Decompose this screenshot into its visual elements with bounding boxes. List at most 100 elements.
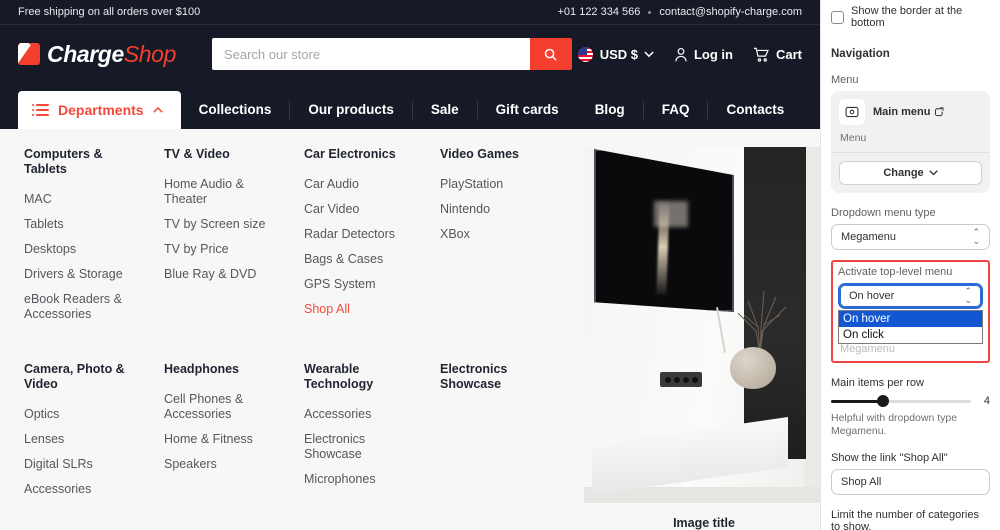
photo-right-wall [804,147,820,503]
announcement-phone[interactable]: +01 122 334 566 [557,6,640,18]
column-item[interactable]: Optics [24,407,142,422]
column-item[interactable]: Desktops [24,242,142,257]
column-item[interactable]: Accessories [24,482,142,497]
column-item[interactable]: Car Video [304,202,422,217]
nav-link-contacts[interactable]: Contacts [708,101,802,119]
column-item[interactable]: TV by Price [164,242,282,257]
main-navigation: Departments Collections Our products Sal… [0,83,820,129]
column-item[interactable]: Lenses [24,432,142,447]
column-item[interactable]: Cell Phones & Accessories [164,392,282,422]
activate-top-level-menu-value: On hover [849,290,895,302]
change-menu-label: Change [883,167,924,179]
living-room-tv-photo [584,147,820,503]
announcement-contacts: +01 122 334 566 contact@shopify-charge.c… [557,6,802,18]
chevron-up-icon [152,106,163,113]
slider-thumb[interactable] [876,395,889,407]
column-item[interactable]: Car Audio [304,177,422,192]
option-on-hover[interactable]: On hover [839,311,982,327]
search-bar[interactable] [211,38,572,70]
column-item[interactable]: Radar Detectors [304,227,422,242]
cart-label: Cart [775,46,802,62]
column-item[interactable]: Microphones [304,472,422,487]
column-title: Video Games [440,147,519,161]
nav-link-sale[interactable]: Sale [413,101,478,119]
slider-track[interactable] [831,395,971,407]
search-button[interactable] [529,38,572,70]
column-item[interactable]: Home & Fitness [164,432,282,447]
show-border-checkbox[interactable] [831,10,844,24]
select-stepper-icon: ⌃ ⌄ [964,286,972,305]
currency-selector[interactable]: USD $ [576,45,654,63]
announcement-bar: Free shipping on all orders over $100 +0… [0,0,820,25]
megamenu-column-tv-video: TV & Video Home Audio & Theater TV by Sc… [164,147,304,362]
change-menu-button[interactable]: Change [839,161,982,185]
nav-link-blog[interactable]: Blog [577,101,644,119]
main-menu-card-top: Main menu [839,99,982,125]
image-placeholder-icon [845,106,859,118]
external-link-icon[interactable] [934,107,944,117]
menu-field-label: Menu [831,74,859,86]
activate-menu-label: Activate top-level menu [838,266,953,278]
obscured-megamenu-label: Megamenu [840,343,896,355]
megamenu-column-electronics-showcase: Electronics Showcase [440,362,570,530]
column-title: Camera, Photo & Video [24,362,125,391]
column-item[interactable]: Tablets [24,217,142,232]
nav-link-faq[interactable]: FAQ [644,101,709,119]
currency-label: USD $ [599,46,638,62]
show-border-label: Show the border at the bottom [851,5,963,29]
column-item[interactable]: Bags & Cases [304,252,422,267]
nav-link-our-products[interactable]: Our products [290,101,413,119]
login-button[interactable]: Log in [674,47,733,62]
logo-text: ChargeShop [47,41,176,68]
shop-all-input[interactable] [831,469,990,495]
main-menu-name-row[interactable]: Main menu [873,106,944,118]
chevron-down-icon [928,170,938,176]
option-on-click[interactable]: On click [839,327,982,343]
column-item[interactable]: Blue Ray & DVD [164,267,282,282]
figure-caption: Image title [673,516,735,530]
column-item[interactable]: GPS System [304,277,422,292]
separator-dot-icon [648,10,652,14]
column-item[interactable]: Electronics Showcase [304,432,422,462]
dropdown-menu-type-select[interactable]: Megamenu ⌃ ⌄ [831,224,990,250]
megamenu-columns: Computers & Tablets MAC Tablets Desktops… [24,147,570,530]
logo-text-secondary: Shop [123,40,177,67]
departments-button[interactable]: Departments [18,91,181,129]
list-menu-icon [32,104,49,116]
column-item[interactable]: TV by Screen size [164,217,282,232]
column-item[interactable]: MAC [24,192,142,207]
store-logo[interactable]: ChargeShop [18,41,176,68]
announcement-text: Free shipping on all orders over $100 [18,6,201,18]
login-label: Log in [693,46,733,62]
megamenu-figure: Image title [570,147,820,530]
select-stepper-icon: ⌃ ⌄ [972,227,980,246]
column-item[interactable]: eBook Readers & Accessories [24,292,142,322]
megamenu-column-computers-tablets: Computers & Tablets MAC Tablets Desktops… [24,147,164,362]
column-item[interactable]: Drivers & Storage [24,267,142,282]
show-border-checkbox-row[interactable]: Show the border at the bottom [831,0,990,29]
nav-link-gift-cards[interactable]: Gift cards [478,101,577,119]
departments-label: Departments [58,102,144,118]
column-item[interactable]: Accessories [304,407,422,422]
photo-vase [730,347,776,389]
announcement-email[interactable]: contact@shopify-charge.com [659,6,802,18]
column-item-shop-all[interactable]: Shop All [304,302,422,317]
logo-slash-icon [18,43,40,65]
column-item[interactable]: Speakers [164,457,282,472]
column-item[interactable]: PlayStation [440,177,558,192]
column-item[interactable]: XBox [440,227,558,242]
column-title: Wearable Technology [304,362,374,391]
cart-button[interactable]: Cart [753,47,802,62]
user-icon [675,47,687,61]
nav-link-collections[interactable]: Collections [181,101,291,119]
column-item[interactable]: Home Audio & Theater [164,177,282,207]
shop-all-label: Show the link "Shop All" [831,452,948,464]
column-item[interactable]: Nintendo [440,202,558,217]
column-item[interactable]: Digital SLRs [24,457,142,472]
search-input[interactable] [211,38,530,70]
theme-settings-sidebar: Show the border at the bottom Navigation… [820,0,1000,530]
activate-top-level-menu-select[interactable]: On hover ⌃ ⌄ [838,283,983,309]
header-actions: USD $ Log in Cart [576,45,802,63]
main-menu-sublabel: Menu [840,132,867,144]
items-per-row-slider[interactable]: 4 [831,395,990,407]
